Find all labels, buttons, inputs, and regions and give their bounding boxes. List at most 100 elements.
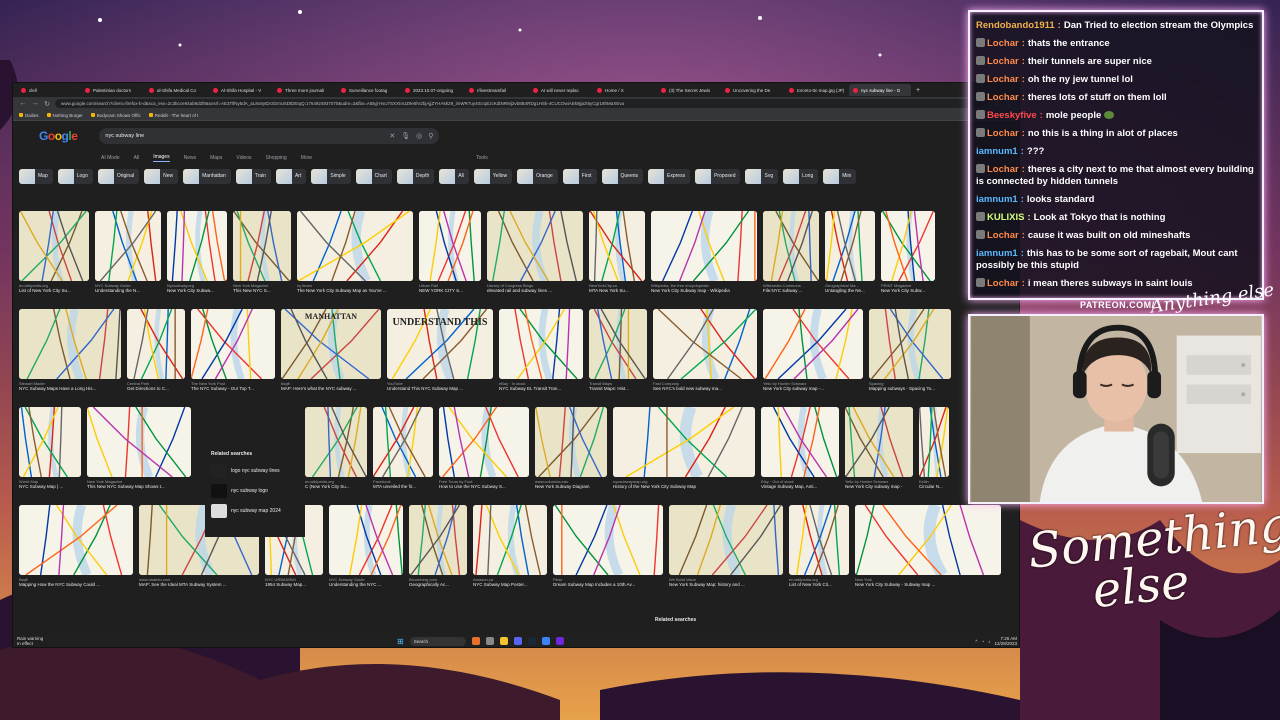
result-title[interactable]: MAP: Here's what the NYC subway ...	[281, 386, 381, 391]
result-title[interactable]: New York City Subwa...	[167, 288, 227, 293]
browser-tab[interactable]: Home / X	[593, 84, 655, 96]
chat-username[interactable]: Lochar	[987, 164, 1019, 175]
result-thumbnail[interactable]	[233, 211, 291, 281]
image-result[interactable]: UNDERSTAND THIS YouTube Understand This NY…	[387, 309, 493, 391]
result-thumbnail[interactable]	[825, 211, 875, 281]
new-tab-icon[interactable]: +	[913, 87, 923, 94]
result-title[interactable]: History of the New York City Subway Map	[613, 484, 755, 489]
related-item[interactable]: logo nyc subway lines	[205, 461, 305, 481]
result-title[interactable]: NYC Subway Map | ...	[19, 484, 81, 489]
result-title[interactable]: Transit Maps: Hist...	[589, 386, 647, 391]
filter-chip[interactable]: Long	[783, 168, 819, 184]
result-thumbnail[interactable]: UNDERSTAND THIS	[387, 309, 493, 379]
result-title[interactable]: This New NYC S...	[233, 288, 291, 293]
result-thumbnail[interactable]	[869, 309, 951, 379]
image-result[interactable]: Kidlin Circular N...	[919, 407, 949, 489]
forward-icon[interactable]: →	[31, 100, 39, 107]
result-thumbnail[interactable]	[761, 407, 839, 477]
result-title[interactable]: How to Use the NYC Subway S...	[439, 484, 529, 489]
nav-tab-all[interactable]: All	[134, 155, 140, 161]
result-title[interactable]: New York Subway Diagram	[535, 484, 607, 489]
taskbar-search[interactable]: Search	[409, 636, 466, 646]
bookmark-item[interactable]: Dailies	[19, 113, 39, 118]
search-icon[interactable]: ⚲	[428, 132, 433, 140]
result-thumbnail[interactable]	[845, 407, 913, 477]
result-title[interactable]: Dream Subway Map Includes a 10th Av...	[553, 582, 663, 587]
result-thumbnail[interactable]	[439, 407, 529, 477]
chat-username[interactable]: iamnum1	[976, 248, 1018, 259]
result-thumbnail[interactable]	[19, 211, 89, 281]
image-result[interactable]: The New York Post The NYC Subway - Our To…	[191, 309, 275, 391]
result-title[interactable]: Understanding the N...	[95, 288, 161, 293]
image-result[interactable]: Bloomberg.com Geographically Ac...	[409, 505, 467, 587]
result-thumbnail[interactable]: MANHATTAN	[281, 309, 381, 379]
result-title[interactable]: New York City subway map -	[845, 484, 913, 489]
result-title[interactable]: NYC Subway EL Transit Tran...	[499, 386, 583, 391]
image-result[interactable]: www.columbia.edu New York Subway Diagram	[535, 407, 607, 489]
taskbar-app-icon[interactable]	[513, 637, 522, 645]
result-thumbnail[interactable]	[763, 309, 863, 379]
nav-tab-shopping[interactable]: Shopping	[266, 155, 287, 161]
result-thumbnail[interactable]	[789, 505, 849, 575]
result-title[interactable]: New York City Subway - Subway map ...	[855, 582, 1001, 587]
volume-icon[interactable]: ♪	[988, 639, 990, 644]
result-thumbnail[interactable]	[535, 407, 607, 477]
weather-widget[interactable]: Rain warning In effect	[17, 636, 43, 646]
image-result[interactable]: Wikipedia, the free encyclopedia New York…	[651, 211, 757, 293]
filter-chip[interactable]: Express	[648, 168, 691, 184]
filter-chip[interactable]: Logo	[57, 168, 93, 184]
back-icon[interactable]: ←	[19, 100, 27, 107]
result-title[interactable]: Untangling the Ne...	[825, 288, 875, 293]
tray-chevron-icon[interactable]: ^	[975, 639, 977, 644]
filter-chip[interactable]: Train	[235, 168, 271, 184]
browser-tab[interactable]: toronto-ttc-map.jpg (JP)	[785, 84, 847, 96]
taskbar-app-icon[interactable]	[485, 637, 494, 645]
filter-chip[interactable]: Mini	[823, 168, 857, 184]
related-item[interactable]: nyc subway map 2024	[205, 501, 305, 521]
image-result[interactable]: Spacing Mapping subways - Spacing To...	[869, 309, 951, 391]
browser-tab[interactable]: nyc subway line - G	[849, 84, 911, 96]
result-title[interactable]: MTA unveiled the fir...	[373, 484, 433, 489]
image-result[interactable]: Fast Company See NYC's bold new subway ma…	[653, 309, 757, 391]
taskbar-app-icon[interactable]	[541, 637, 550, 645]
chat-username[interactable]: Lochar	[987, 92, 1019, 103]
result-thumbnail[interactable]	[305, 407, 367, 477]
clear-icon[interactable]: ✕	[389, 132, 395, 140]
filter-chip[interactable]: Yellow	[473, 168, 513, 184]
result-thumbnail[interactable]	[589, 309, 647, 379]
browser-tab[interactable]: Surveillance footag	[337, 84, 399, 96]
result-thumbnail[interactable]	[553, 505, 663, 575]
chat-username[interactable]: Lochar	[987, 128, 1019, 139]
result-title[interactable]: Understanding the NYC ...	[329, 582, 403, 587]
image-result[interactable]: Nycsubway.org New York City Subwa...	[167, 211, 227, 293]
image-result[interactable]: MANHATTAN 6sqft MAP: Here's what the NYC s…	[281, 309, 381, 391]
result-title[interactable]: List of New York Cit...	[789, 582, 849, 587]
image-result[interactable]: Free Tours by Foot How to Use the NYC Sub…	[439, 407, 529, 489]
nav-tab-images[interactable]: Images	[153, 154, 170, 162]
result-title[interactable]: See NYC's bold new subway ma...	[653, 386, 757, 391]
image-result[interactable]: Amazon.ca NYC Subway Map Poster...	[473, 505, 547, 587]
taskbar-app-icon[interactable]	[499, 637, 508, 645]
chat-username[interactable]: iamnum1	[976, 146, 1018, 157]
browser-tab[interactable]: Palestinian doctors	[81, 84, 143, 96]
result-title[interactable]: New York Subway Map: history and ...	[669, 582, 783, 587]
bookmark-item[interactable]: Bodycam Shows Offic	[91, 113, 141, 118]
nav-tab-news[interactable]: News	[184, 155, 197, 161]
result-title[interactable]: Understand This NYC Subway Map ...	[387, 386, 493, 391]
nav-tab-more[interactable]: More	[301, 155, 312, 161]
result-title[interactable]: File:NYC subway ...	[763, 288, 819, 293]
search-box[interactable]: nyc subway line ✕ 🎙 ◎ ⚲	[99, 128, 440, 144]
result-title[interactable]: 1954 Subway Map...	[265, 582, 323, 587]
browser-tab[interactable]: clell	[17, 84, 79, 96]
bookmark-item[interactable]: Reddit - The heart of t	[149, 113, 199, 118]
browser-tab[interactable]: Uncovering the De	[721, 84, 783, 96]
search-input[interactable]: nyc subway line	[105, 133, 383, 139]
result-thumbnail[interactable]	[881, 211, 935, 281]
result-thumbnail[interactable]	[191, 309, 275, 379]
result-thumbnail[interactable]	[95, 211, 161, 281]
image-result[interactable]: NYC Subway Guide Understanding the N...	[95, 211, 161, 293]
result-thumbnail[interactable]	[855, 505, 1001, 575]
filter-chip[interactable]: Simple	[311, 168, 351, 184]
result-thumbnail[interactable]	[87, 407, 191, 477]
taskbar-app-icon[interactable]	[527, 637, 536, 645]
